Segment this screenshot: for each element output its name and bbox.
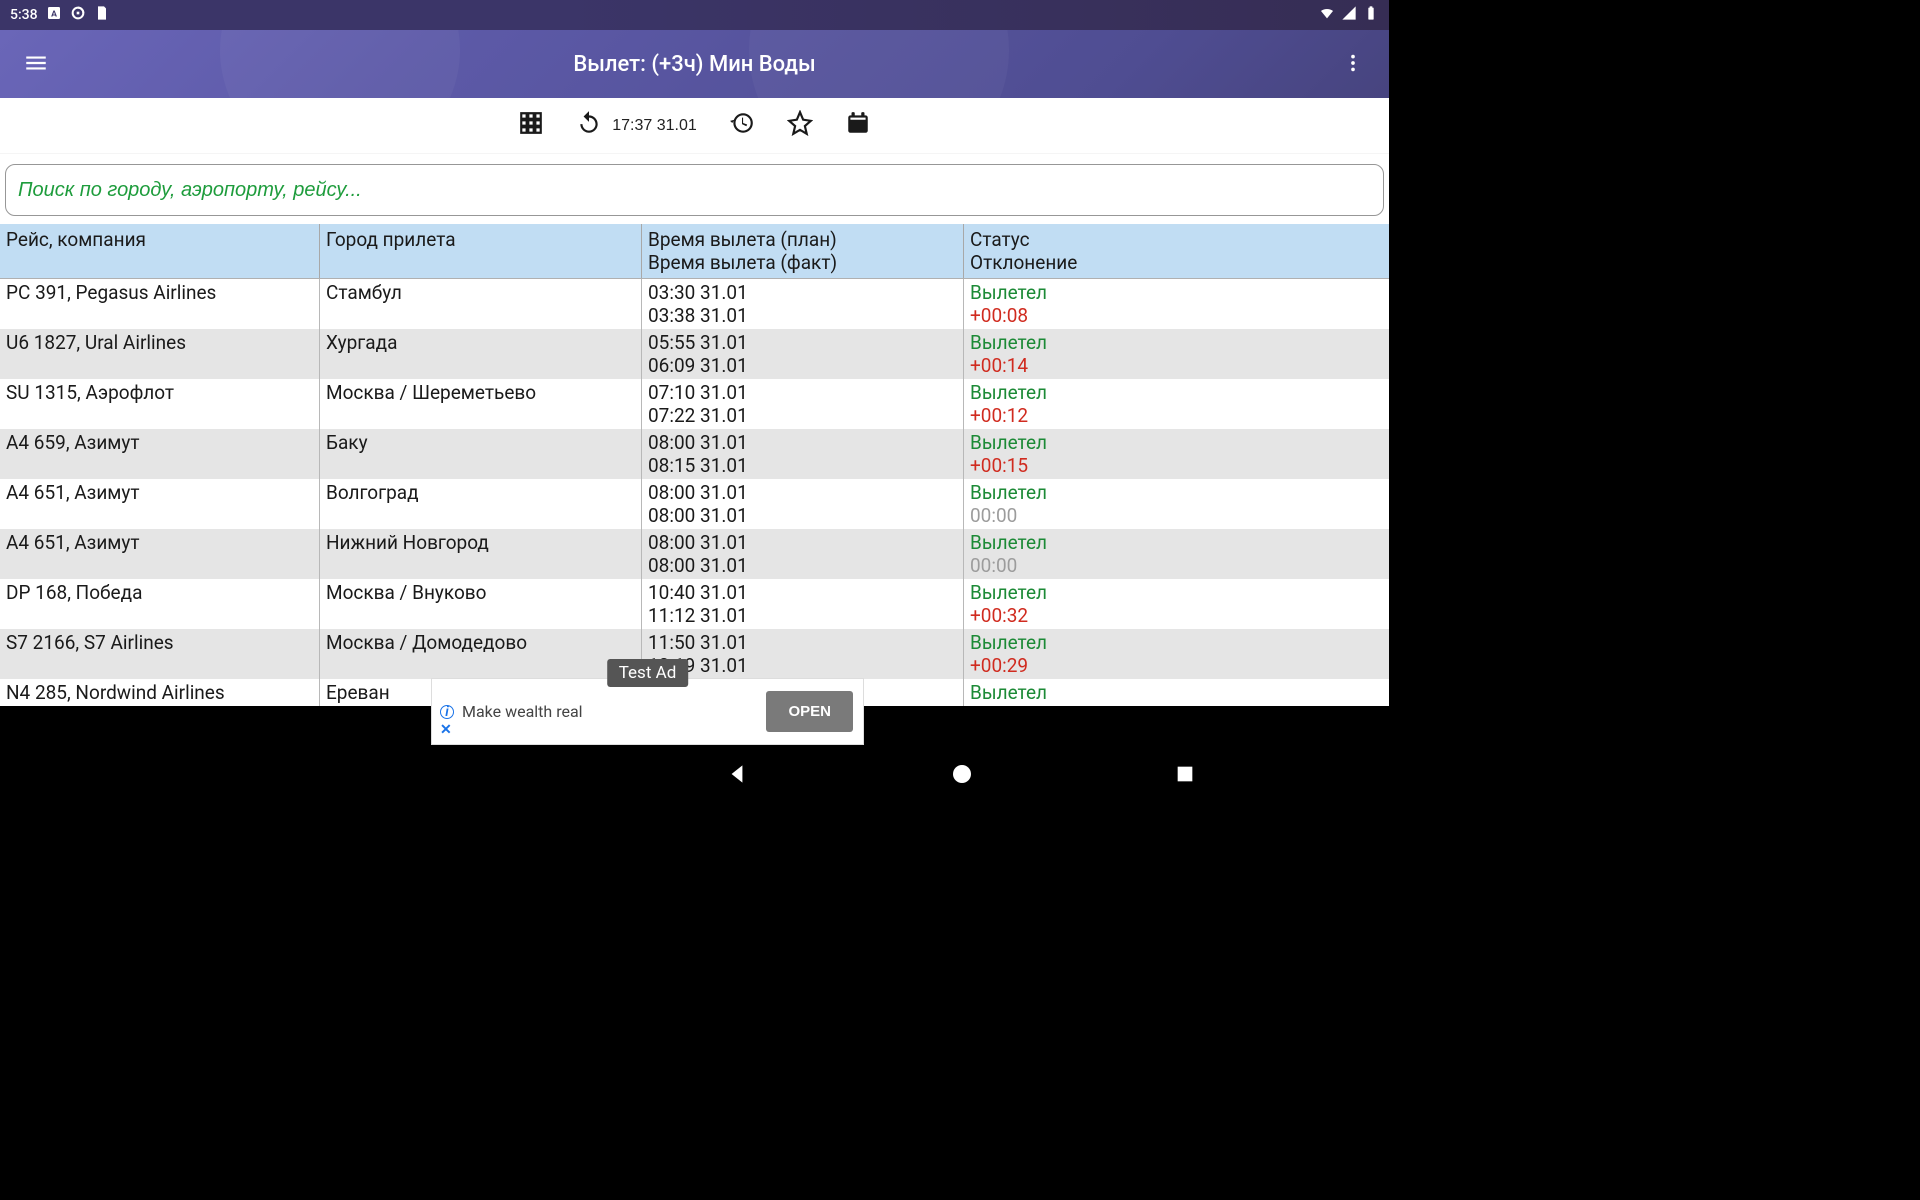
table-row[interactable]: S7 2166, S7 AirlinesМосква / Домодедово1… [0, 629, 1389, 679]
android-status-bar: 5:38 A [0, 0, 1389, 30]
star-icon [787, 110, 813, 141]
cell-flight: DP 168, Победа [0, 579, 320, 629]
cell-city: Волгоград [320, 479, 642, 529]
signal-icon [1341, 5, 1357, 25]
table-row[interactable]: A4 659, АзимутБаку08:00 31.0108:15 31.01… [0, 429, 1389, 479]
home-icon [950, 774, 974, 789]
col-flight: Рейс, компания [0, 224, 320, 278]
search-input[interactable] [5, 164, 1384, 216]
cell-status: Вылетел+00:12 [964, 379, 1389, 429]
battery-icon [1363, 5, 1379, 25]
ad-text: Make wealth real [462, 702, 583, 721]
keyboard-icon: A [46, 5, 62, 25]
cell-status: Вылетел+00:08 [964, 279, 1389, 329]
refresh-time-label: 17:37 31.01 [612, 117, 697, 135]
history-icon [729, 110, 755, 141]
history-button[interactable] [729, 110, 755, 141]
cell-status: Вылетел00:00 [964, 529, 1389, 579]
app-bar: Вылет: (+3ч) Мин Воды [0, 30, 1389, 98]
android-nav-bar [0, 745, 1920, 805]
cell-flight: U6 1827, Ural Airlines [0, 329, 320, 379]
cell-time: 03:30 31.0103:38 31.01 [642, 279, 964, 329]
page-title: Вылет: (+3ч) Мин Воды [573, 52, 815, 77]
table-row[interactable]: DP 168, ПобедаМосква / Внуково10:40 31.0… [0, 579, 1389, 629]
back-icon [724, 775, 750, 790]
cell-flight: N4 285, Nordwind Airlines [0, 679, 320, 706]
sd-card-icon [94, 5, 110, 25]
cell-flight: A4 651, Азимут [0, 529, 320, 579]
nav-recent-button[interactable] [1174, 763, 1196, 788]
cell-status: Вылетел+00:29 [964, 629, 1389, 679]
calendar-icon [845, 110, 871, 141]
cell-flight: A4 659, Азимут [0, 429, 320, 479]
table-row[interactable]: A4 651, АзимутВолгоград08:00 31.0108:00 … [0, 479, 1389, 529]
cell-flight: SU 1315, Аэрофлот [0, 379, 320, 429]
more-vert-icon [1342, 52, 1364, 77]
table-row[interactable]: SU 1315, АэрофлотМосква / Шереметьево07:… [0, 379, 1389, 429]
svg-text:A: A [51, 9, 57, 19]
grid-view-button[interactable] [518, 110, 544, 141]
cell-city: Баку [320, 429, 642, 479]
col-time-plan-label: Время вылета (план) [648, 228, 957, 251]
col-flight-label: Рейс, компания [6, 228, 313, 251]
cell-time: 08:00 31.0108:00 31.01 [642, 479, 964, 529]
refresh-time-button[interactable]: 17:37 31.01 [576, 110, 697, 141]
cell-time: 08:00 31.0108:00 31.01 [642, 529, 964, 579]
col-time: Время вылета (план) Время вылета (факт) [642, 224, 964, 278]
info-icon[interactable]: i [440, 705, 454, 719]
cell-city: Хургада [320, 329, 642, 379]
cell-city: Москва / Домодедово [320, 629, 642, 679]
cell-city: Москва / Внуково [320, 579, 642, 629]
ad-open-button[interactable]: OPEN [766, 691, 853, 732]
table-header: Рейс, компания Город прилета Время вылет… [0, 224, 1389, 279]
nav-back-button[interactable] [724, 761, 750, 790]
col-deviation-label: Отклонение [970, 251, 1383, 274]
cell-status: Вылетел00:00 [964, 479, 1389, 529]
cell-time: 10:40 31.0111:12 31.01 [642, 579, 964, 629]
cell-status: Вылетел+00:32 [964, 579, 1389, 629]
cell-status: Вылетел [964, 679, 1389, 706]
menu-button[interactable] [18, 46, 54, 82]
grid-icon [518, 110, 544, 141]
cell-flight: S7 2166, S7 Airlines [0, 629, 320, 679]
flights-table: Рейс, компания Город прилета Время вылет… [0, 224, 1389, 706]
close-ad-icon[interactable]: ✕ [440, 722, 452, 738]
letterbox [0, 805, 1920, 1200]
replay-icon [576, 110, 602, 141]
calendar-button[interactable] [845, 110, 871, 141]
wifi-icon [1319, 5, 1335, 25]
cell-time: 07:10 31.0107:22 31.01 [642, 379, 964, 429]
col-status-label: Статус [970, 228, 1383, 251]
cell-city: Стамбул [320, 279, 642, 329]
cell-flight: A4 651, Азимут [0, 479, 320, 529]
favorite-button[interactable] [787, 110, 813, 141]
data-saver-icon [70, 5, 86, 25]
recent-icon [1174, 773, 1196, 788]
cell-time: 05:55 31.0106:09 31.01 [642, 329, 964, 379]
hamburger-icon [23, 50, 49, 79]
status-time: 5:38 [10, 7, 38, 23]
col-city: Город прилета [320, 224, 642, 278]
cell-flight: PC 391, Pegasus Airlines [0, 279, 320, 329]
cell-time: 08:00 31.0108:15 31.01 [642, 429, 964, 479]
toolbar: 17:37 31.01 [0, 98, 1389, 154]
cell-time: 11:50 31.0112:19 31.01 [642, 629, 964, 679]
cell-status: Вылетел+00:14 [964, 329, 1389, 379]
col-time-fact-label: Время вылета (факт) [648, 251, 957, 274]
cell-city: Нижний Новгород [320, 529, 642, 579]
table-row[interactable]: A4 651, АзимутНижний Новгород08:00 31.01… [0, 529, 1389, 579]
search-container [0, 154, 1389, 224]
overflow-menu-button[interactable] [1335, 46, 1371, 82]
cell-status: Вылетел+00:15 [964, 429, 1389, 479]
table-row[interactable]: U6 1827, Ural AirlinesХургада05:55 31.01… [0, 329, 1389, 379]
nav-home-button[interactable] [950, 762, 974, 789]
ad-banner: Test Ad i ✕ Make wealth real OPEN [431, 678, 864, 745]
cell-city: Москва / Шереметьево [320, 379, 642, 429]
ad-badge: Test Ad [607, 659, 689, 687]
table-row[interactable]: PC 391, Pegasus AirlinesСтамбул03:30 31.… [0, 279, 1389, 329]
col-city-label: Город прилета [326, 228, 635, 251]
col-status: Статус Отклонение [964, 224, 1389, 278]
